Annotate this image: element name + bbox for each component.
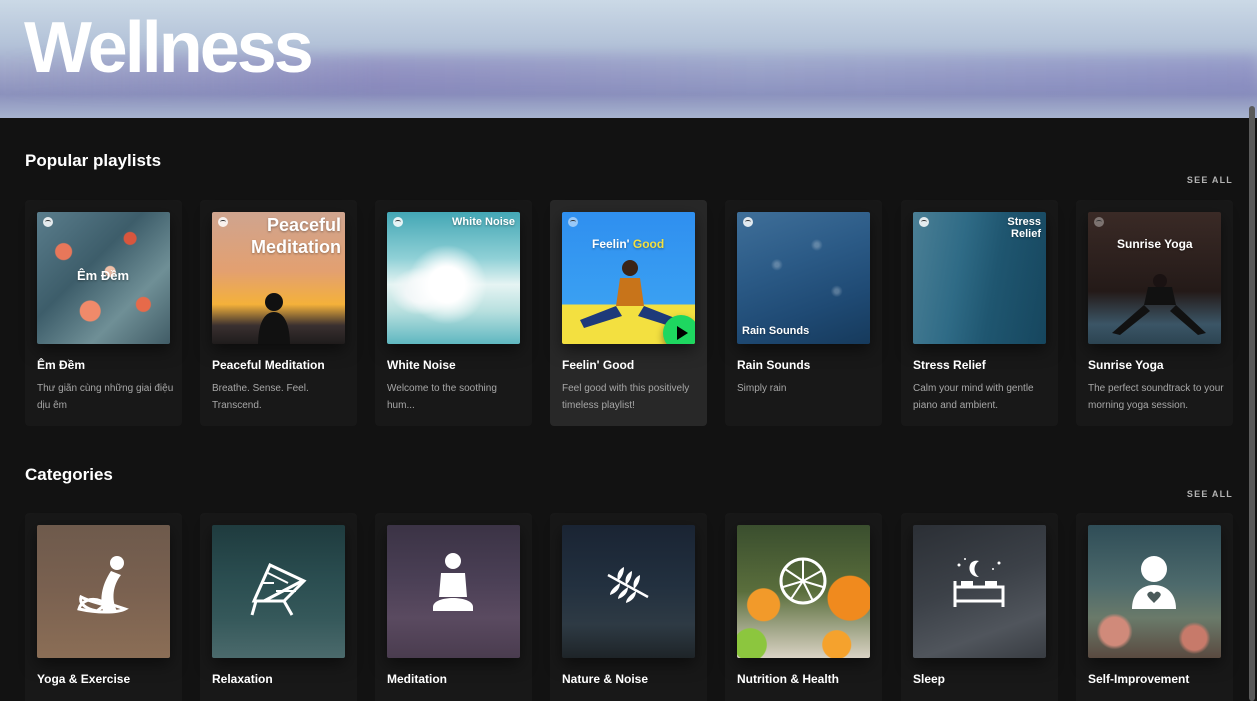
spotify-logo-icon: [743, 217, 753, 227]
cover-title: White Noise: [452, 216, 515, 228]
playlist-cover: Feelin' Good: [562, 212, 695, 344]
hero-banner: Wellness: [0, 0, 1257, 118]
spotify-logo-icon: [568, 217, 578, 227]
cover-title: Sunrise Yoga: [1117, 237, 1193, 251]
category-card-meditation[interactable]: Meditation: [375, 513, 532, 701]
playlist-cover: Rain Sounds: [737, 212, 870, 344]
playlist-description: The perfect soundtrack to your morning y…: [1088, 383, 1224, 411]
playlist-description: Breathe. Sense. Feel. Transcend.: [212, 383, 309, 411]
playlist-name: Stress Relief: [913, 358, 986, 372]
popular-playlists-row: Êm Đềm Êm Đềm Thư giãn cùng những giai đ…: [25, 200, 1233, 426]
playlist-cover: White Noise: [387, 212, 520, 344]
cover-title: Rain Sounds: [742, 325, 810, 337]
category-name: Meditation: [387, 672, 447, 686]
category-name: Sleep: [913, 672, 946, 686]
cover-title: Peaceful Meditation: [251, 215, 341, 257]
playlist-card-stress-relief[interactable]: Stress Relief Stress Relief Calm your mi…: [901, 200, 1058, 426]
see-all-popular-link[interactable]: SEE ALL: [1187, 175, 1233, 185]
category-cover: [37, 525, 170, 658]
playlist-name: Peaceful Meditation: [212, 358, 325, 372]
category-card-self-improvement[interactable]: Self-Improvement: [1076, 513, 1233, 701]
category-card-nature-noise[interactable]: Nature & Noise: [550, 513, 707, 701]
category-card-relaxation[interactable]: Relaxation: [200, 513, 357, 701]
spotify-logo-icon: [919, 217, 929, 227]
playlist-cover: Êm Đềm: [37, 212, 170, 344]
category-cover: [562, 525, 695, 658]
playlist-description: Calm your mind with gentle piano and amb…: [913, 383, 1034, 411]
section-title-popular: Popular playlists: [25, 151, 162, 170]
cover-title: Êm Đềm: [77, 268, 130, 283]
playlist-name: Êm Đềm: [37, 358, 86, 372]
silhouette-icon: [258, 293, 290, 344]
yoga-pose-icon: [77, 556, 129, 614]
category-card-yoga-exercise[interactable]: Yoga & Exercise: [25, 513, 182, 701]
playlist-card-feelin-good[interactable]: Feelin' Good Feelin' Good Feel good with…: [550, 200, 707, 426]
categories-row: Yoga & Exercise Relaxation Meditation Na…: [25, 513, 1233, 701]
yoga-person-icon: [1112, 274, 1206, 335]
playlist-description: Feel good with this positively timeless …: [562, 383, 690, 411]
category-card-sleep[interactable]: Sleep: [901, 513, 1058, 701]
category-name: Self-Improvement: [1088, 672, 1190, 686]
category-name: Relaxation: [212, 672, 273, 686]
playlist-name: Feelin' Good: [562, 358, 635, 372]
playlist-description: Simply rain: [737, 383, 787, 394]
playlist-card-peaceful-meditation[interactable]: Peaceful Meditation Peaceful Meditation …: [200, 200, 357, 426]
playlist-card-sunrise-yoga[interactable]: Sunrise Yoga Sunrise Yoga The perfect so…: [1076, 200, 1233, 426]
spotify-logo-icon: [393, 217, 403, 227]
playlist-name: White Noise: [387, 358, 456, 372]
citrus-slice-icon: [779, 557, 827, 605]
playlist-cover: Sunrise Yoga: [1088, 212, 1221, 344]
cover-title-part-2: Good: [632, 237, 665, 251]
playlist-name: Rain Sounds: [737, 358, 811, 372]
category-cover: [212, 525, 345, 658]
category-cover: [913, 525, 1046, 658]
spotify-logo-icon: [218, 217, 228, 227]
page-title: Wellness: [24, 8, 314, 88]
category-cover: [737, 525, 870, 658]
beach-chair-icon: [250, 562, 307, 616]
category-card-nutrition-health[interactable]: Nutrition & Health: [725, 513, 882, 701]
playlist-name: Sunrise Yoga: [1088, 358, 1164, 372]
see-all-categories-link[interactable]: SEE ALL: [1187, 489, 1233, 499]
playlist-card-white-noise[interactable]: White Noise White Noise Welcome to the s…: [375, 200, 532, 426]
playlist-cover: Stress Relief: [913, 212, 1046, 344]
playlist-card-em-dem[interactable]: Êm Đềm Êm Đềm Thư giãn cùng những giai đ…: [25, 200, 182, 426]
leaf-branch-icon: [607, 567, 649, 603]
category-name: Nature & Noise: [562, 672, 649, 686]
person-heart-icon: [1132, 556, 1176, 609]
play-button[interactable]: [663, 315, 695, 344]
meditating-person-icon: [433, 553, 473, 611]
spotify-logo-icon: [43, 217, 53, 227]
cover-title: Stress Relief: [1007, 216, 1041, 240]
category-name: Yoga & Exercise: [37, 672, 131, 686]
cover-title-part-1: Feelin': [592, 237, 630, 251]
main-content: Popular playlists SEE ALL Êm Đềm Êm Đềm …: [0, 118, 1247, 701]
playlist-cover: Peaceful Meditation: [212, 212, 345, 344]
spotify-logo-icon: [1094, 217, 1104, 227]
bed-moon-icon: [953, 558, 1005, 607]
playlist-card-rain-sounds[interactable]: Rain Sounds Rain Sounds Simply rain: [725, 200, 882, 426]
section-title-categories: Categories: [25, 465, 113, 484]
category-cover: [387, 525, 520, 658]
playlist-description: Welcome to the soothing hum...: [387, 383, 497, 411]
category-cover: [1088, 525, 1221, 658]
playlist-description: Thư giãn cùng những giai điệu dịu êm: [37, 383, 174, 411]
category-name: Nutrition & Health: [737, 672, 839, 686]
scrollbar-thumb[interactable]: [1249, 106, 1255, 701]
